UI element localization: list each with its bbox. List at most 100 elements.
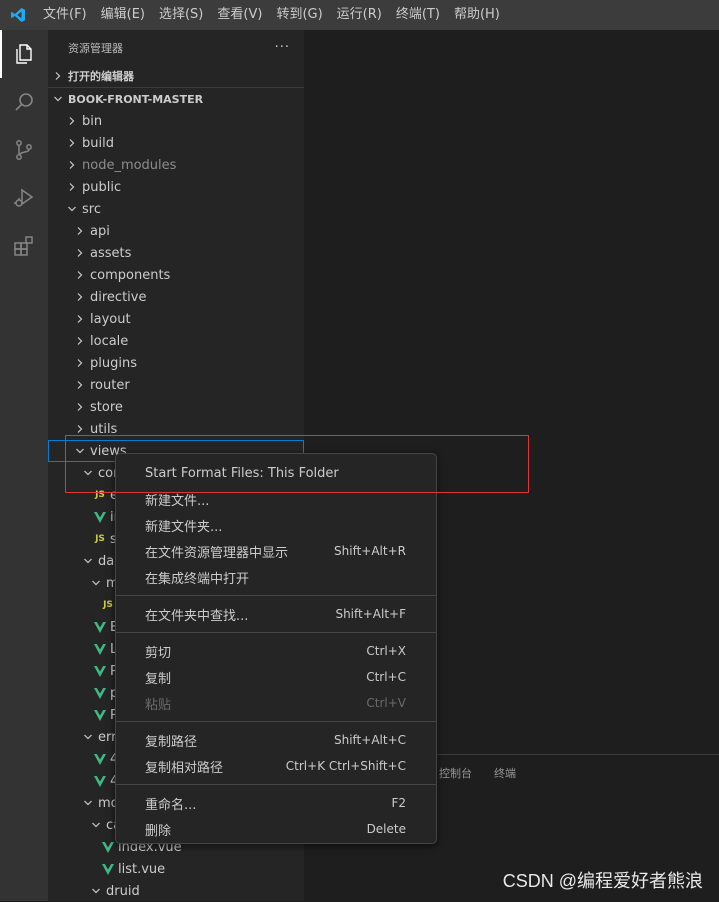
tree-folder-row[interactable]: api xyxy=(48,220,304,242)
tree-folder-row[interactable]: plugins xyxy=(48,352,304,374)
menu-item-label: 重命名... xyxy=(145,797,197,813)
tree-folder-row[interactable]: build xyxy=(48,132,304,154)
menu-item-label: 在集成终端中打开 xyxy=(145,571,250,587)
chevron-down-icon xyxy=(80,732,96,742)
context-menu-item[interactable]: 删除 Delete xyxy=(116,816,436,842)
open-editors-section[interactable]: 打开的编辑器 xyxy=(48,65,304,87)
chevron-right-icon xyxy=(72,248,88,258)
vue-file-icon xyxy=(92,665,108,677)
chevron-down-icon xyxy=(80,556,96,566)
context-menu-item[interactable]: 复制路径 Shift+Alt+C xyxy=(116,727,436,753)
tree-file-row[interactable]: list.vue xyxy=(48,858,304,880)
vue-file-icon xyxy=(100,841,116,853)
menu-item[interactable]: 运行(R) xyxy=(330,0,389,30)
chevron-right-icon xyxy=(64,182,80,192)
tree-folder-row[interactable]: utils xyxy=(48,418,304,440)
menu-bar: 文件(F) 编辑(E) 选择(S) 查看(V) 转到(G) 运行(R) 终端(T) 帮助(H) xyxy=(0,0,719,30)
vue-file-icon xyxy=(92,643,108,655)
menu-item-shortcut: F2 xyxy=(391,796,406,810)
js-file-icon: JS xyxy=(95,490,105,500)
tree-item-label: store xyxy=(90,399,123,415)
chevron-down-icon xyxy=(48,94,68,104)
source-control-icon[interactable] xyxy=(0,126,48,174)
tree-item-label: build xyxy=(82,135,114,151)
chevron-right-icon xyxy=(72,424,88,434)
menu-item[interactable]: 查看(V) xyxy=(210,0,269,30)
tree-folder-row[interactable]: directive xyxy=(48,286,304,308)
menu-item-shortcut: Ctrl+C xyxy=(366,670,406,684)
tree-folder-row[interactable]: locale xyxy=(48,330,304,352)
tree-folder-row[interactable]: store xyxy=(48,396,304,418)
chevron-right-icon xyxy=(48,71,68,81)
context-menu-item[interactable]: Start Format Files: This Folder xyxy=(116,460,436,486)
vue-file-icon xyxy=(92,511,108,523)
project-label: BOOK-FRONT-MASTER xyxy=(68,92,204,106)
menu-item[interactable]: 帮助(H) xyxy=(447,0,507,30)
run-debug-icon[interactable] xyxy=(0,174,48,222)
context-menu-item[interactable]: 在集成终端中打开 xyxy=(116,564,436,590)
js-file-icon: JS xyxy=(95,534,105,544)
tree-folder-row[interactable]: assets xyxy=(48,242,304,264)
context-menu-item[interactable]: 复制 Ctrl+C xyxy=(116,664,436,690)
tree-folder-row[interactable]: bin xyxy=(48,110,304,132)
menu-item[interactable]: 编辑(E) xyxy=(94,0,152,30)
tree-item-label: locale xyxy=(90,333,129,349)
context-menu-item: 粘贴 Ctrl+V xyxy=(116,690,436,716)
tree-item-label: layout xyxy=(90,311,131,327)
context-menu-item[interactable]: 重命名... F2 xyxy=(116,790,436,816)
tree-item-label: node_modules xyxy=(82,157,177,173)
menu-item[interactable]: 文件(F) xyxy=(36,0,94,30)
vue-file-icon xyxy=(92,709,108,721)
context-menu-item[interactable]: 剪切 Ctrl+X xyxy=(116,638,436,664)
tree-folder-row[interactable]: druid xyxy=(48,880,304,901)
tab-terminal[interactable]: 终端 xyxy=(483,765,527,781)
project-section[interactable]: BOOK-FRONT-MASTER xyxy=(48,87,304,110)
tree-item-label: api xyxy=(90,223,110,239)
vscode-logo-icon xyxy=(0,0,36,30)
menu-item-label: 新建文件... xyxy=(145,493,210,509)
tree-item-label: utils xyxy=(90,421,118,437)
tree-item-label: assets xyxy=(90,245,132,261)
context-menu-item[interactable]: 复制相对路径 Ctrl+K Ctrl+Shift+C xyxy=(116,753,436,779)
menu-item-shortcut: Delete xyxy=(366,822,406,836)
tree-folder-row[interactable]: router xyxy=(48,374,304,396)
menu-item[interactable]: 选择(S) xyxy=(152,0,210,30)
chevron-down-icon xyxy=(72,446,88,456)
context-menu-item[interactable]: 新建文件... xyxy=(116,486,436,512)
tree-item-label: router xyxy=(90,377,130,393)
tree-item-label: druid xyxy=(106,883,140,899)
menu-item[interactable]: 转到(G) xyxy=(269,0,329,30)
tree-folder-row[interactable]: components xyxy=(48,264,304,286)
open-editors-label: 打开的编辑器 xyxy=(68,70,134,83)
chevron-right-icon xyxy=(72,358,88,368)
chevron-down-icon xyxy=(80,798,96,808)
tree-folder-row[interactable]: layout xyxy=(48,308,304,330)
context-menu-item[interactable]: 新建文件夹... xyxy=(116,512,436,538)
search-icon[interactable] xyxy=(0,78,48,126)
context-menu-item[interactable]: 在文件资源管理器中显示 Shift+Alt+R xyxy=(116,538,436,564)
tree-folder-row[interactable]: src xyxy=(48,198,304,220)
chevron-right-icon xyxy=(72,314,88,324)
menu-item-shortcut: Shift+Alt+C xyxy=(333,733,406,747)
vue-file-icon xyxy=(92,621,108,633)
menu-item[interactable]: 终端(T) xyxy=(389,0,447,30)
menu-item-label: 在文件夹中查找... xyxy=(145,608,249,624)
tree-folder-row[interactable]: node_modules xyxy=(48,154,304,176)
chevron-right-icon xyxy=(72,292,88,302)
context-menu-item[interactable]: 在文件夹中查找... Shift+Alt+F xyxy=(116,601,436,627)
menu-separator xyxy=(116,784,436,785)
chevron-down-icon xyxy=(64,204,80,214)
menu-item-label: 删除 xyxy=(145,823,172,839)
files-icon[interactable] xyxy=(0,30,48,78)
chevron-down-icon xyxy=(88,886,104,896)
more-actions-icon[interactable]: ··· xyxy=(275,40,290,55)
chevron-right-icon xyxy=(72,402,88,412)
menu-item-label: 新建文件夹... xyxy=(145,519,223,535)
menu-separator xyxy=(116,632,436,633)
tree-folder-row[interactable]: public xyxy=(48,176,304,198)
extensions-icon[interactable] xyxy=(0,222,48,270)
tree-item-label: directive xyxy=(90,289,147,305)
menu-item-label: 剪切 xyxy=(145,645,172,661)
chevron-right-icon xyxy=(64,138,80,148)
chevron-down-icon xyxy=(88,820,104,830)
